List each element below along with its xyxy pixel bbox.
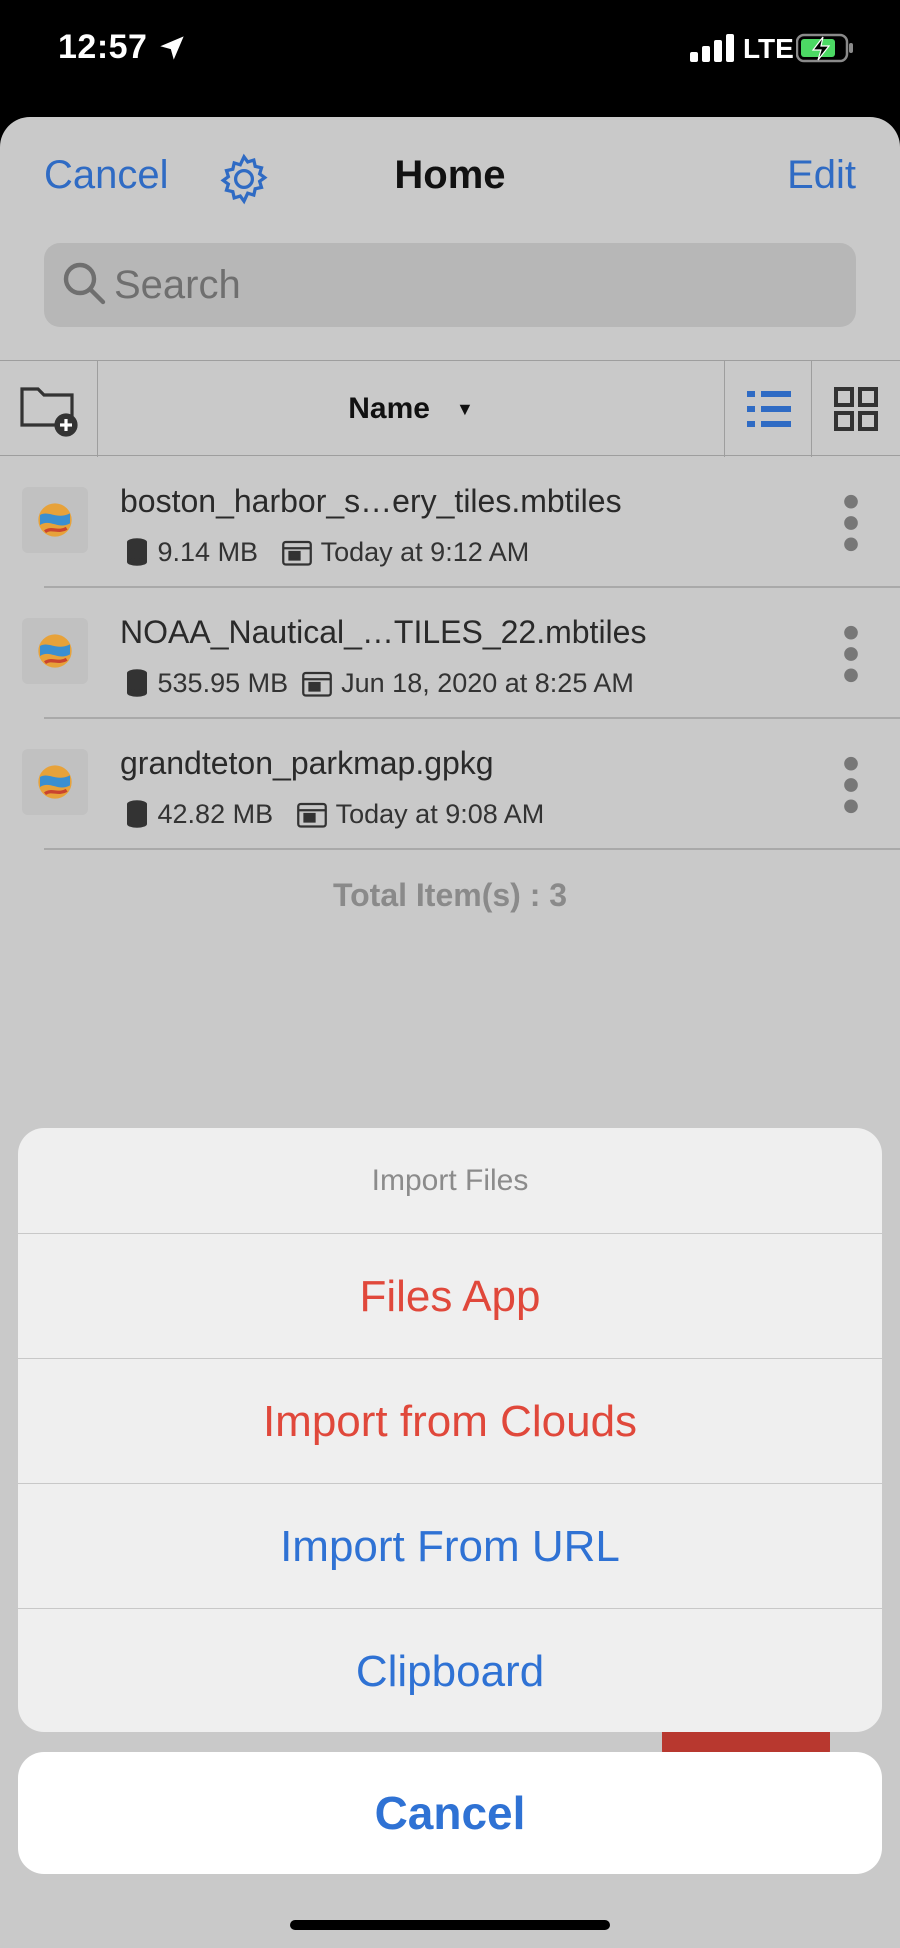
file-meta: 42.82 MB Today at 9:08 AM [124, 799, 544, 830]
row-divider [44, 848, 900, 850]
map-file-thumbnail [22, 487, 88, 553]
map-file-thumbnail [22, 749, 88, 815]
cancel-button[interactable]: Cancel [18, 1752, 882, 1874]
calendar-icon [296, 802, 327, 828]
file-list: boston_harbor_s…ery_tiles.mbtiles 9.14 M… [0, 457, 900, 850]
map-globe-icon [38, 765, 72, 799]
file-size: 535.95 MB [157, 668, 289, 698]
import-from-clouds-option[interactable]: Import from Clouds [18, 1359, 882, 1484]
map-globe-icon [38, 503, 72, 537]
list-item[interactable]: boston_harbor_s…ery_tiles.mbtiles 9.14 M… [0, 457, 900, 588]
status-time: 12:57 [58, 28, 148, 66]
list-view-icon [747, 391, 791, 427]
storage-icon [127, 538, 147, 566]
grid-view-icon [834, 387, 878, 431]
clipboard-option[interactable]: Clipboard [18, 1609, 882, 1732]
location-arrow-icon [160, 36, 184, 60]
import-from-url-option[interactable]: Import From URL [18, 1484, 882, 1609]
file-meta: 9.14 MB Today at 9:12 AM [124, 537, 529, 568]
status-bar: 12:57 LTE [0, 0, 900, 100]
home-indicator[interactable] [290, 1920, 610, 1930]
edit-button[interactable]: Edit [787, 153, 856, 198]
calendar-icon [281, 540, 312, 566]
list-item[interactable]: grandteton_parkmap.gpkg 42.82 MB Today a… [0, 719, 900, 850]
more-options-icon[interactable] [836, 622, 866, 686]
storage-icon [127, 669, 147, 697]
search-input[interactable] [114, 243, 834, 327]
file-name: NOAA_Nautical_…TILES_22.mbtiles [120, 614, 647, 650]
storage-icon [127, 800, 147, 828]
file-date: Today at 9:12 AM [320, 537, 530, 567]
file-size: 42.82 MB [157, 799, 274, 829]
file-size: 9.14 MB [157, 537, 259, 567]
file-date: Jun 18, 2020 at 8:25 AM [341, 668, 634, 698]
more-options-icon[interactable] [836, 753, 866, 817]
sort-by-name-button[interactable]: Name ▼ [98, 361, 724, 457]
list-view-button[interactable] [724, 361, 812, 457]
signal-bars-icon [690, 34, 734, 62]
file-toolbar: Name ▼ [0, 360, 900, 457]
battery-charging-icon [796, 33, 853, 63]
folder-add-icon [20, 387, 78, 437]
new-folder-button[interactable] [0, 361, 98, 457]
map-globe-icon [38, 634, 72, 668]
calendar-icon [301, 671, 332, 697]
search-bar[interactable] [44, 243, 856, 327]
list-item[interactable]: NOAA_Nautical_…TILES_22.mbtiles 535.95 M… [0, 588, 900, 719]
file-meta: 535.95 MB Jun 18, 2020 at 8:25 AM [124, 668, 634, 699]
grid-view-button[interactable] [812, 361, 900, 457]
gear-icon[interactable] [216, 151, 272, 207]
more-options-icon[interactable] [836, 491, 866, 555]
page-title: Home [394, 153, 506, 197]
sort-arrow-icon: ▼ [455, 399, 474, 419]
search-icon [63, 262, 106, 305]
import-action-sheet: Import Files Files App Import from Cloud… [18, 1128, 882, 1732]
total-items-label: Total Item(s) : 3 [332, 877, 568, 913]
files-app-option[interactable]: Files App [18, 1234, 882, 1359]
file-date: Today at 9:08 AM [335, 799, 545, 829]
map-file-thumbnail [22, 618, 88, 684]
file-name: grandteton_parkmap.gpkg [120, 745, 494, 781]
file-name: boston_harbor_s…ery_tiles.mbtiles [120, 483, 622, 519]
sort-label: Name [348, 392, 430, 425]
cancel-nav-button[interactable]: Cancel [44, 153, 169, 198]
network-type: LTE [743, 33, 794, 64]
action-sheet-title: Import Files [18, 1128, 882, 1234]
